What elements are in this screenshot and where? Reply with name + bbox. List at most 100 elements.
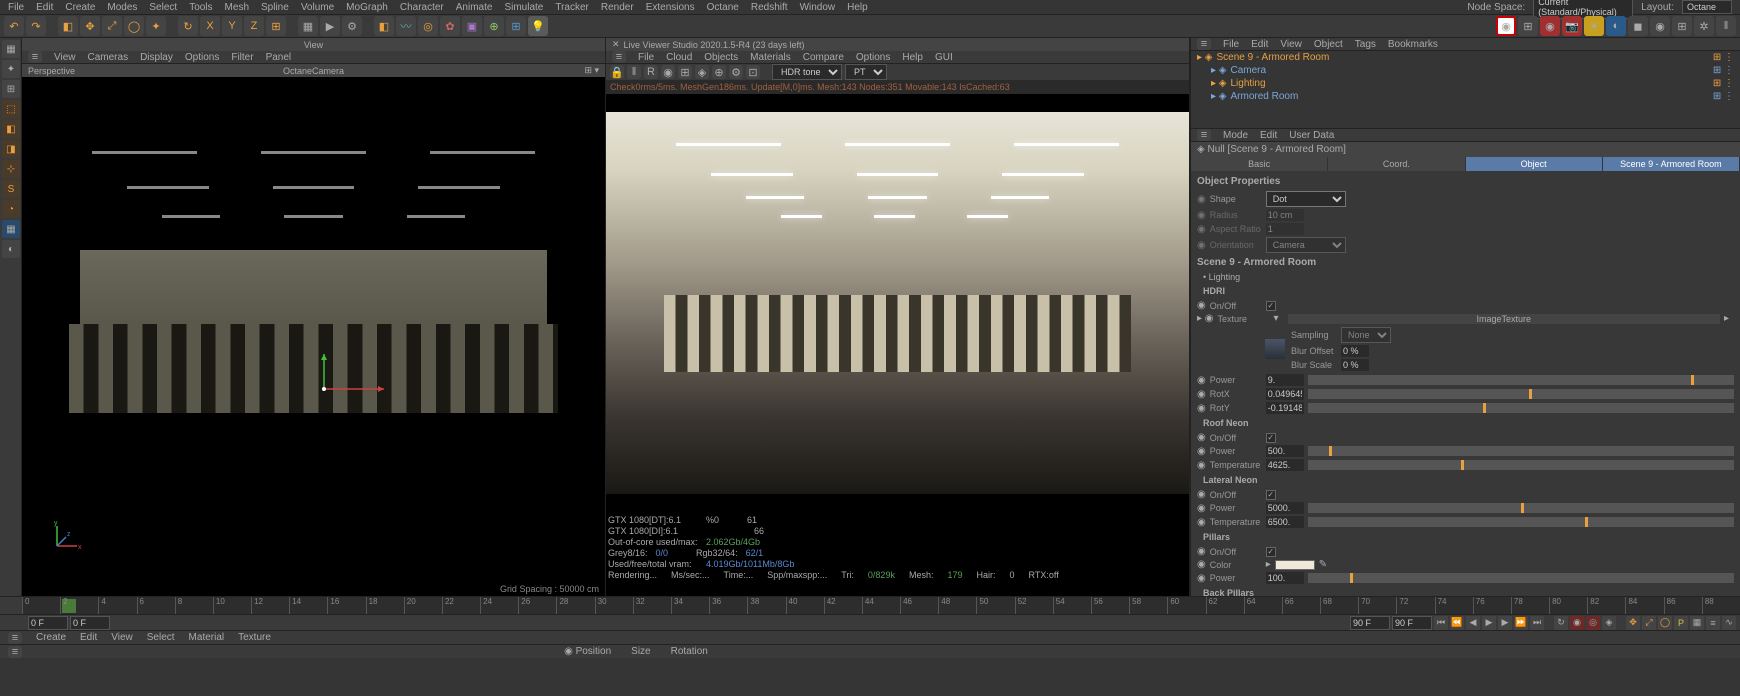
camera-icon[interactable]: ⊞ [506, 16, 526, 36]
menu-tools[interactable]: Tools [189, 2, 212, 13]
lock-y-icon[interactable]: Y [222, 16, 242, 36]
attr-menu-edit[interactable]: Edit [1260, 130, 1277, 141]
menu-select[interactable]: Select [149, 2, 177, 13]
obj-menu-tags[interactable]: Tags [1355, 39, 1376, 50]
lock-z-icon[interactable]: Z [244, 16, 264, 36]
start-frame-input[interactable] [28, 616, 68, 630]
field-icon[interactable]: ✿ [440, 16, 460, 36]
menu-window[interactable]: Window [800, 2, 836, 13]
rvp-menu-compare[interactable]: Compare [803, 52, 844, 63]
editor-menu-icon[interactable]: ≡ [28, 51, 42, 63]
menu-mesh[interactable]: Mesh [225, 2, 249, 13]
edge-mode-icon[interactable]: ◧ [2, 120, 20, 138]
menu-render[interactable]: Render [601, 2, 634, 13]
bot-menu-view[interactable]: View [111, 632, 133, 643]
transform-gizmo[interactable] [314, 349, 394, 409]
render-save-icon[interactable]: ⊡ [746, 65, 760, 79]
rvp-menu-objects[interactable]: Objects [704, 52, 738, 63]
render-menu-icon[interactable]: ≡ [612, 51, 626, 63]
menu-modes[interactable]: Modes [107, 2, 137, 13]
obj-menu-edit[interactable]: Edit [1251, 39, 1268, 50]
tree-item[interactable]: ▸ ◈ Camera ⊞ ⋮ [1191, 64, 1740, 77]
attr-tab-3[interactable]: Scene 9 - Armored Room [1603, 157, 1740, 171]
menu-animate[interactable]: Animate [456, 2, 493, 13]
power-slider[interactable] [1308, 375, 1734, 385]
render-refresh-icon[interactable]: R [644, 65, 658, 79]
goto-end-icon[interactable]: ⏭ [1530, 616, 1544, 630]
roty-input[interactable] [1266, 402, 1304, 414]
texture-val[interactable]: ImageTexture [1288, 314, 1720, 324]
end-frame-input[interactable] [1350, 616, 1390, 630]
vp-menu-cameras[interactable]: Cameras [88, 52, 129, 63]
environment-icon[interactable]: ⊕ [484, 16, 504, 36]
polygon-mode-icon[interactable]: ◨ [2, 140, 20, 158]
attr-menu-user-data[interactable]: User Data [1289, 130, 1334, 141]
pil-power-input[interactable] [1266, 572, 1304, 584]
texture-mode-icon[interactable]: ✦ [2, 60, 20, 78]
menu-file[interactable]: File [8, 2, 24, 13]
move-icon[interactable]: ✥ [80, 16, 100, 36]
render-canvas[interactable]: GTX 1080[DT]:6.1%061 GTX 1080[DI]:6.166 … [606, 94, 1189, 596]
vp-menu-filter[interactable]: Filter [231, 52, 253, 63]
fcurve-icon[interactable]: ∿ [1722, 616, 1736, 630]
octane-sun-icon[interactable]: ☀ [1584, 16, 1604, 36]
layout-dropdown[interactable]: Octane [1682, 0, 1732, 14]
lat-temp-input[interactable] [1266, 516, 1304, 528]
autokey-icon[interactable]: ◎ [1586, 616, 1600, 630]
octane-pause-icon[interactable]: ‖ [1716, 16, 1736, 36]
hdri-onoff-check[interactable]: ✓ [1266, 301, 1276, 311]
redo-icon[interactable]: ↷ [26, 16, 46, 36]
history-icon[interactable]: ↻ [178, 16, 198, 36]
octane-env-icon[interactable]: ◐ [1606, 16, 1626, 36]
transform-icon[interactable]: ✦ [146, 16, 166, 36]
light-icon[interactable]: 💡 [528, 16, 548, 36]
roof-onoff-check[interactable]: ✓ [1266, 433, 1276, 443]
obj-menu-view[interactable]: View [1280, 39, 1302, 50]
render-view-icon[interactable]: ▦ [298, 16, 318, 36]
bot-menu-material[interactable]: Material [189, 632, 225, 643]
lat-onoff-check[interactable]: ✓ [1266, 490, 1276, 500]
menu-character[interactable]: Character [400, 2, 444, 13]
key-rot-icon[interactable]: ◯ [1658, 616, 1672, 630]
rvp-menu-file[interactable]: File [638, 52, 654, 63]
roty-slider[interactable] [1308, 403, 1734, 413]
blurscale-input[interactable] [1341, 359, 1369, 371]
rotx-slider[interactable] [1308, 389, 1734, 399]
rvp-menu-help[interactable]: Help [902, 52, 923, 63]
rvp-menu-materials[interactable]: Materials [750, 52, 791, 63]
key-mode-icon[interactable]: ◈ [1602, 616, 1616, 630]
misc2-icon[interactable]: ◐ [2, 240, 20, 258]
menu-redshift[interactable]: Redshift [751, 2, 788, 13]
render-clay-icon[interactable]: ◉ [661, 65, 675, 79]
menu-octane[interactable]: Octane [707, 2, 739, 13]
mat-menu-icon[interactable]: ≡ [8, 632, 22, 644]
timeline[interactable]: 0246810121416182022242628303234363840424… [0, 596, 1740, 614]
render-region-icon[interactable]: ⊞ [678, 65, 692, 79]
rvp-menu-options[interactable]: Options [856, 52, 890, 63]
bot-menu-select[interactable]: Select [147, 632, 175, 643]
lat-power-input[interactable] [1266, 502, 1304, 514]
editor-canvas[interactable]: xyz Grid Spacing : 50000 cm [22, 77, 605, 596]
roof-temp-slider[interactable] [1308, 460, 1734, 470]
vp-menu-display[interactable]: Display [140, 52, 173, 63]
misc-icon[interactable]: ▦ [2, 220, 20, 238]
cur-frame-input[interactable] [70, 616, 110, 630]
vp-menu-options[interactable]: Options [185, 52, 219, 63]
key-pla-icon[interactable]: ▦ [1690, 616, 1704, 630]
texture-thumb[interactable] [1265, 339, 1285, 359]
select-icon[interactable]: ◧ [58, 16, 78, 36]
tree-item[interactable]: ▸ ◈ Scene 9 - Armored Room ⊞ ⋮ [1191, 51, 1740, 64]
pil-color-swatch[interactable] [1275, 560, 1315, 570]
cube-icon[interactable]: ◧ [374, 16, 394, 36]
attr-menu-icon[interactable]: ≡ [1197, 129, 1211, 141]
power-input[interactable] [1266, 374, 1304, 386]
octane-live-icon[interactable]: ◉ [1496, 16, 1516, 36]
roof-power-slider[interactable] [1308, 446, 1734, 456]
lat-power-slider[interactable] [1308, 503, 1734, 513]
menu-extensions[interactable]: Extensions [646, 2, 695, 13]
hdr-tone-dropdown[interactable]: HDR tone [772, 64, 842, 80]
rotate-icon[interactable]: ◯ [124, 16, 144, 36]
dope-icon[interactable]: ≡ [1706, 616, 1720, 630]
menu-help[interactable]: Help [847, 2, 868, 13]
render-pick-icon[interactable]: ◈ [695, 65, 709, 79]
